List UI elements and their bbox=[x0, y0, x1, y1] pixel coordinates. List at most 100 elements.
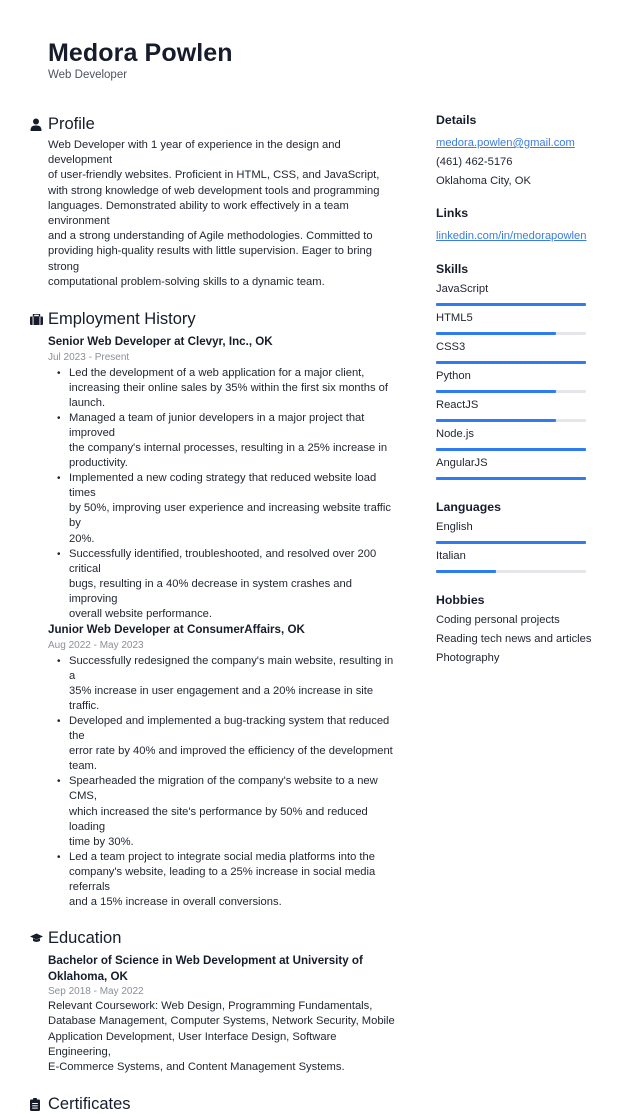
clipboard-icon bbox=[30, 1096, 48, 1112]
job-bullet-line: launch. bbox=[69, 396, 106, 409]
job-bullet-line: 20%. bbox=[69, 532, 95, 545]
skill-level-track bbox=[436, 477, 586, 480]
job-bullet-line: company's website, leading to a 25% incr… bbox=[69, 865, 376, 894]
job-bullet-line: productivity. bbox=[69, 457, 128, 470]
skill-name: JavaScript bbox=[436, 283, 489, 295]
hobby-item: Photography bbox=[436, 652, 500, 664]
job-bullet: Led the development of a web application… bbox=[57, 366, 402, 411]
skill-item: AngularJS bbox=[436, 456, 606, 480]
job-bullet-line: and a 15% increase in overall conversion… bbox=[69, 896, 282, 909]
skill-level-track bbox=[436, 419, 586, 422]
hobby-item: Reading tech news and articles bbox=[436, 633, 592, 645]
job-bullet: Led a team project to integrate social m… bbox=[57, 850, 402, 910]
person-icon bbox=[30, 116, 48, 132]
job-bullet: Successfully redesigned the company's ma… bbox=[57, 654, 402, 714]
skill-level-fill bbox=[436, 303, 586, 306]
degree-title-line: Bachelor of Science in Web Development a… bbox=[48, 954, 363, 968]
education-text-line: Relevant Coursework: Web Design, Program… bbox=[48, 1000, 373, 1013]
skill-name: CSS3 bbox=[436, 341, 466, 353]
education-heading: Education bbox=[48, 928, 122, 947]
job-bullet-line: Successfully redesigned the company's ma… bbox=[69, 654, 394, 682]
job-bullet: Spearheaded the migration of the company… bbox=[57, 774, 402, 849]
hobbies-list: Coding personal projects Reading tech new… bbox=[436, 611, 606, 668]
email-link[interactable]: medora.powlen@gmail.com bbox=[436, 137, 575, 149]
profile-heading: Profile bbox=[48, 114, 95, 133]
details-heading: Details bbox=[436, 113, 477, 127]
education-text-line: Application Development, User Interface … bbox=[48, 1030, 337, 1058]
job-bullet-line: bugs, resulting in a 40% decrease in sys… bbox=[69, 577, 352, 605]
job-bullet-line: Spearheaded the migration of the company… bbox=[69, 775, 378, 803]
education-heading-row: Education bbox=[30, 926, 402, 950]
skill-level-track bbox=[436, 361, 586, 364]
skill-name: Python bbox=[436, 370, 471, 382]
candidate-title: Web Developer bbox=[48, 69, 128, 81]
language-level-track bbox=[436, 541, 586, 544]
skill-name: HTML5 bbox=[436, 312, 473, 324]
profile-text: Web Developer with 1 year of experience … bbox=[48, 138, 402, 290]
profile-text-line: languages. Demonstrated ability to work … bbox=[48, 199, 349, 228]
job-bullet-line: Successfully identified, troubleshooted,… bbox=[69, 547, 377, 575]
profile-text-line: providing high-quality results with litt… bbox=[48, 245, 372, 273]
job-entry: Senior Web Developer at Clevyr, Inc., OK… bbox=[48, 334, 402, 622]
profile-text-line: with strong knowledge of web development… bbox=[48, 184, 380, 197]
employment-heading-row: Employment History bbox=[30, 307, 402, 331]
sidebar: Details medora.powlen@gmail.com (461) 46… bbox=[436, 112, 606, 668]
skill-item: Node.js bbox=[436, 427, 606, 451]
profile-section: Profile Web Developer with 1 year of exp… bbox=[30, 112, 402, 290]
languages-list: English Italian bbox=[436, 520, 606, 573]
skill-level-fill bbox=[436, 361, 586, 364]
job-title: Junior Web Developer at ConsumerAffairs,… bbox=[48, 623, 305, 637]
job-dates: Jul 2023 - Present bbox=[48, 351, 130, 363]
education-dates: Sep 2018 - May 2022 bbox=[48, 986, 144, 998]
skill-level-fill bbox=[436, 332, 556, 335]
resume-header: Medora Powlen Web Developer bbox=[48, 38, 233, 82]
language-level-fill bbox=[436, 541, 586, 544]
linkedin-link[interactable]: linkedin.com/in/medorapowlen bbox=[436, 230, 587, 242]
profile-heading-row: Profile bbox=[30, 112, 402, 136]
skill-name: ReactJS bbox=[436, 399, 479, 411]
job-bullet-line: time by 30%. bbox=[69, 835, 134, 848]
language-item: English bbox=[436, 520, 606, 544]
skill-level-fill bbox=[436, 477, 586, 480]
job-list: Senior Web Developer at Clevyr, Inc., OK… bbox=[48, 334, 402, 910]
job-bullet: Successfully identified, troubleshooted,… bbox=[57, 547, 402, 622]
job-bullets: Successfully redesigned the company's ma… bbox=[48, 654, 402, 911]
skill-item: CSS3 bbox=[436, 340, 606, 364]
certificates-heading: Certificates bbox=[48, 1094, 131, 1113]
profile-text-line: computational problem-solving skills to … bbox=[48, 275, 325, 288]
profile-text-line: Web Developer with 1 year of experience … bbox=[48, 139, 341, 167]
links-heading: Links bbox=[436, 206, 469, 220]
hobby-item: Coding personal projects bbox=[436, 614, 560, 626]
details-section: Details medora.powlen@gmail.com (461) 46… bbox=[436, 112, 606, 191]
skill-item: ReactJS bbox=[436, 398, 606, 422]
main-column: Profile Web Developer with 1 year of exp… bbox=[30, 112, 402, 1116]
job-dates: Aug 2022 - May 2023 bbox=[48, 639, 144, 651]
skill-level-track bbox=[436, 448, 586, 451]
language-name: Italian bbox=[436, 550, 466, 562]
education-text-line: E-Commerce Systems, and Content Manageme… bbox=[48, 1061, 345, 1074]
job-bullet-line: which increased the site's performance b… bbox=[69, 805, 368, 833]
hobbies-heading: Hobbies bbox=[436, 593, 485, 607]
education-section: Education Bachelor of Science in Web Dev… bbox=[30, 926, 402, 1075]
languages-section: Languages English Italian bbox=[436, 499, 606, 573]
skill-item: JavaScript bbox=[436, 282, 606, 306]
skills-section: Skills JavaScript HTML5 CSS3 Python ReactJS N… bbox=[436, 261, 606, 480]
job-bullet: Managed a team of junior developers in a… bbox=[57, 411, 402, 471]
degree-title-line: Oklahoma, OK bbox=[48, 969, 128, 983]
employment-heading: Employment History bbox=[48, 309, 196, 328]
job-bullet-line: Developed and implemented a bug-tracking… bbox=[69, 715, 390, 743]
profile-text-line: and a strong understanding of Agile meth… bbox=[48, 230, 373, 243]
job-bullet-line: Led a team project to integrate social m… bbox=[69, 850, 375, 863]
job-bullet: Developed and implemented a bug-tracking… bbox=[57, 714, 402, 774]
job-entry: Junior Web Developer at ConsumerAffairs,… bbox=[48, 622, 402, 910]
graduation-cap-icon bbox=[30, 930, 48, 946]
job-bullet-line: Led the development of a web application… bbox=[69, 366, 365, 379]
skills-list: JavaScript HTML5 CSS3 Python ReactJS Node.js A… bbox=[436, 282, 606, 480]
education-entry: Bachelor of Science in Web Development a… bbox=[48, 953, 402, 1075]
skill-level-fill bbox=[436, 419, 556, 422]
skill-item: HTML5 bbox=[436, 311, 606, 335]
education-description: Relevant Coursework: Web Design, Program… bbox=[48, 999, 402, 1075]
skills-heading: Skills bbox=[436, 262, 469, 276]
job-bullet-line: team. bbox=[69, 760, 97, 773]
skill-level-track bbox=[436, 303, 586, 306]
